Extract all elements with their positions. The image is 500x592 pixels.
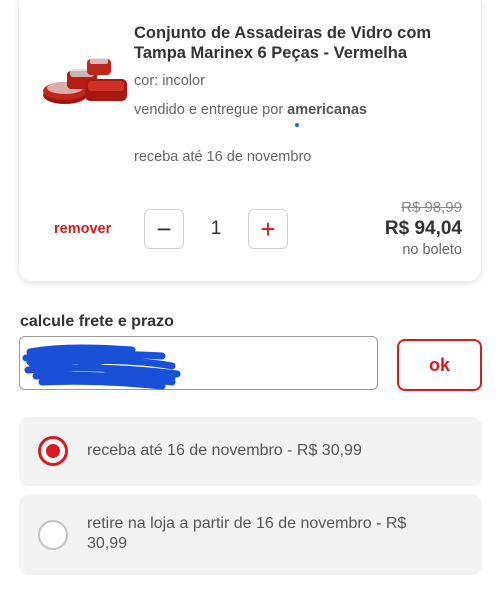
quantity-stepper: − 1 + [144, 209, 288, 249]
seller-prefix: vendido e entregue por [134, 102, 288, 118]
zip-code-input[interactable] [19, 336, 378, 390]
product-title[interactable]: Conjunto de Assadeiras de Vidro com Tamp… [134, 23, 454, 63]
decrease-quantity-button[interactable]: − [144, 209, 184, 249]
shipping-option-label: receba até 16 de novembro - R$ 30,99 [87, 442, 362, 459]
radio-selected[interactable] [38, 436, 68, 466]
payment-note: no boleto [402, 242, 462, 258]
radio-unselected[interactable] [38, 520, 68, 550]
quantity-value: 1 [210, 218, 222, 239]
seller-name[interactable]: americanas [287, 102, 367, 118]
indicator-dot [295, 123, 299, 127]
old-price: R$ 98,99 [401, 199, 462, 216]
ok-button[interactable]: ok [397, 339, 482, 391]
price-block: R$ 98,99 R$ 94,04 no boleto [385, 199, 462, 259]
freight-label: calcule frete e prazo [20, 313, 174, 330]
shipping-option-pickup[interactable]: retire na loja a partir de 16 de novembr… [19, 494, 482, 575]
product-thumbnail[interactable] [39, 49, 131, 119]
remove-button[interactable]: remover [54, 221, 111, 237]
shipping-option-delivery[interactable]: receba até 16 de novembro - R$ 30,99 [19, 417, 482, 486]
product-color: cor: incolor [134, 73, 205, 89]
seller-info: vendido e entregue por americanas [134, 102, 367, 118]
shipping-option-label: retire na loja a partir de 16 de novembr… [87, 515, 407, 552]
cart-item-card: Conjunto de Assadeiras de Vidro com Tamp… [18, 0, 482, 282]
increase-quantity-button[interactable]: + [248, 209, 288, 249]
delivery-estimate: receba até 16 de novembro [134, 149, 312, 165]
current-price: R$ 94,04 [384, 218, 462, 239]
